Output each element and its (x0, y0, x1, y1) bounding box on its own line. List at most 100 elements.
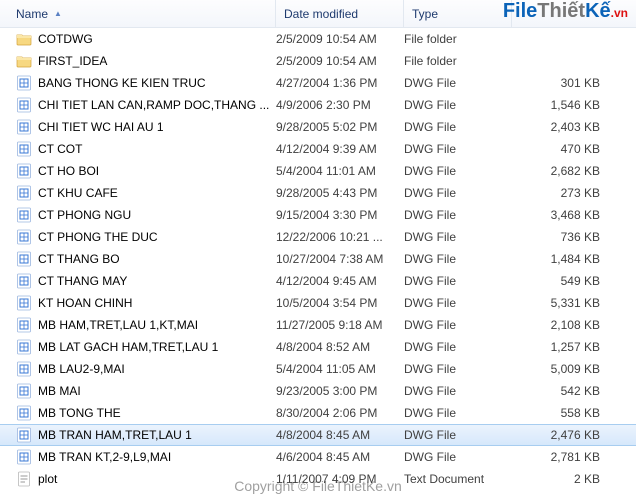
file-name: plot (38, 472, 57, 486)
file-date: 11/27/2005 9:18 AM (276, 318, 404, 332)
file-size: 558 KB (512, 406, 636, 420)
file-name: CT HO BOI (38, 164, 99, 178)
column-label: Date modified (284, 7, 358, 21)
file-type: DWG File (404, 98, 512, 112)
dwg-icon (16, 163, 32, 179)
file-row[interactable]: KT HOAN CHINH10/5/2004 3:54 PMDWG File5,… (0, 292, 636, 314)
file-date: 9/28/2005 5:02 PM (276, 120, 404, 134)
file-name: MB MAI (38, 384, 81, 398)
file-name: KT HOAN CHINH (38, 296, 132, 310)
file-size: 5,009 KB (512, 362, 636, 376)
file-type: DWG File (404, 450, 512, 464)
file-date: 4/8/2004 8:52 AM (276, 340, 404, 354)
dwg-icon (16, 427, 32, 443)
column-header-name[interactable]: Name ▲ (0, 0, 276, 27)
file-type: DWG File (404, 362, 512, 376)
file-name: CT THANG MAY (38, 274, 127, 288)
dwg-icon (16, 295, 32, 311)
file-row[interactable]: CT HO BOI5/4/2004 11:01 AMDWG File2,682 … (0, 160, 636, 182)
file-type: DWG File (404, 142, 512, 156)
file-type: DWG File (404, 318, 512, 332)
dwg-icon (16, 229, 32, 245)
column-label: Type (412, 7, 438, 21)
file-date: 9/28/2005 4:43 PM (276, 186, 404, 200)
file-date: 10/27/2004 7:38 AM (276, 252, 404, 266)
folder-row[interactable]: COTDWG 2/5/2009 10:54 AMFile folder (0, 28, 636, 50)
file-row[interactable]: CHI TIET LAN CAN,RAMP DOC,THANG ...4/9/2… (0, 94, 636, 116)
file-name: CT PHONG NGU (38, 208, 131, 222)
file-row[interactable]: MB LAU2-9,MAI 5/4/2004 11:05 AMDWG File5,… (0, 358, 636, 380)
file-date: 2/5/2009 10:54 AM (276, 54, 404, 68)
file-row[interactable]: CT PHONG NGU9/15/2004 3:30 PMDWG File3,4… (0, 204, 636, 226)
file-date: 5/4/2004 11:05 AM (276, 362, 404, 376)
file-row[interactable]: MB MAI 9/23/2005 3:00 PMDWG File542 KB (0, 380, 636, 402)
dwg-icon (16, 251, 32, 267)
txt-icon (16, 471, 32, 487)
file-size: 2,403 KB (512, 120, 636, 134)
file-size: 273 KB (512, 186, 636, 200)
column-header-type[interactable]: Type (404, 0, 512, 27)
sort-ascending-icon: ▲ (54, 9, 62, 18)
file-size: 2,781 KB (512, 450, 636, 464)
file-type: DWG File (404, 274, 512, 288)
file-type: DWG File (404, 296, 512, 310)
column-header-row: Name ▲ Date modified Type (0, 0, 636, 28)
column-header-size[interactable] (512, 0, 636, 27)
file-size: 542 KB (512, 384, 636, 398)
file-size: 549 KB (512, 274, 636, 288)
column-label: Name (16, 7, 48, 21)
file-name: MB LAT GACH HAM,TRET,LAU 1 (38, 340, 218, 354)
file-type: DWG File (404, 186, 512, 200)
file-row[interactable]: CT KHU CAFE 9/28/2005 4:43 PMDWG File273 … (0, 182, 636, 204)
column-header-date[interactable]: Date modified (276, 0, 404, 27)
folder-row[interactable]: FIRST_IDEA 2/5/2009 10:54 AMFile folder (0, 50, 636, 72)
dwg-icon (16, 339, 32, 355)
file-row[interactable]: MB TONG THE8/30/2004 2:06 PMDWG File558 … (0, 402, 636, 424)
file-row[interactable]: MB HAM,TRET,LAU 1,KT,MAI11/27/2005 9:18 … (0, 314, 636, 336)
file-name: COTDWG (38, 32, 93, 46)
file-name: CT KHU CAFE (38, 186, 118, 200)
file-row[interactable]: CT COT4/12/2004 9:39 AMDWG File470 KB (0, 138, 636, 160)
file-name: BANG THONG KE KIEN TRUC (38, 76, 206, 90)
dwg-icon (16, 361, 32, 377)
dwg-icon (16, 449, 32, 465)
file-date: 4/6/2004 8:45 AM (276, 450, 404, 464)
file-name: CT THANG BO (38, 252, 120, 266)
file-row[interactable]: CT THANG MAY4/12/2004 9:45 AMDWG File549… (0, 270, 636, 292)
file-date: 9/23/2005 3:00 PM (276, 384, 404, 398)
file-type: File folder (404, 32, 512, 46)
file-row[interactable]: MB TRAN HAM,TRET,LAU 14/8/2004 8:45 AMDW… (0, 424, 636, 446)
file-name: CT COT (38, 142, 82, 156)
file-name: MB TONG THE (38, 406, 121, 420)
file-date: 9/15/2004 3:30 PM (276, 208, 404, 222)
file-type: Text Document (404, 472, 512, 486)
file-type: File folder (404, 54, 512, 68)
file-type: DWG File (404, 406, 512, 420)
file-name: CHI TIET WC HAI AU 1 (38, 120, 164, 134)
file-size: 1,484 KB (512, 252, 636, 266)
file-row[interactable]: MB LAT GACH HAM,TRET,LAU 1 4/8/2004 8:52 … (0, 336, 636, 358)
folder-icon (16, 53, 32, 69)
file-name: MB TRAN HAM,TRET,LAU 1 (38, 428, 192, 442)
file-row[interactable]: CT THANG BO 10/27/2004 7:38 AMDWG File1,4… (0, 248, 636, 270)
file-row[interactable]: MB TRAN KT,2-9,L9,MAI4/6/2004 8:45 AMDWG… (0, 446, 636, 468)
file-date: 1/11/2007 4:09 PM (276, 472, 404, 486)
file-row[interactable]: BANG THONG KE KIEN TRUC4/27/2004 1:36 PM… (0, 72, 636, 94)
dwg-icon (16, 185, 32, 201)
file-row[interactable]: CT PHONG THE DUC12/22/2006 10:21 ...DWG … (0, 226, 636, 248)
file-row[interactable]: CHI TIET WC HAI AU 19/28/2005 5:02 PMDWG… (0, 116, 636, 138)
file-list[interactable]: COTDWG 2/5/2009 10:54 AMFile folder FIRST… (0, 28, 636, 490)
file-size: 2,476 KB (512, 428, 636, 442)
file-type: DWG File (404, 384, 512, 398)
file-size: 3,468 KB (512, 208, 636, 222)
file-size: 1,546 KB (512, 98, 636, 112)
file-name: FIRST_IDEA (38, 54, 107, 68)
file-date: 12/22/2006 10:21 ... (276, 230, 404, 244)
file-row[interactable]: plot1/11/2007 4:09 PMText Document2 KB (0, 468, 636, 490)
file-date: 2/5/2009 10:54 AM (276, 32, 404, 46)
file-name: MB LAU2-9,MAI (38, 362, 125, 376)
file-type: DWG File (404, 76, 512, 90)
file-name: CT PHONG THE DUC (38, 230, 158, 244)
file-size: 470 KB (512, 142, 636, 156)
file-type: DWG File (404, 252, 512, 266)
